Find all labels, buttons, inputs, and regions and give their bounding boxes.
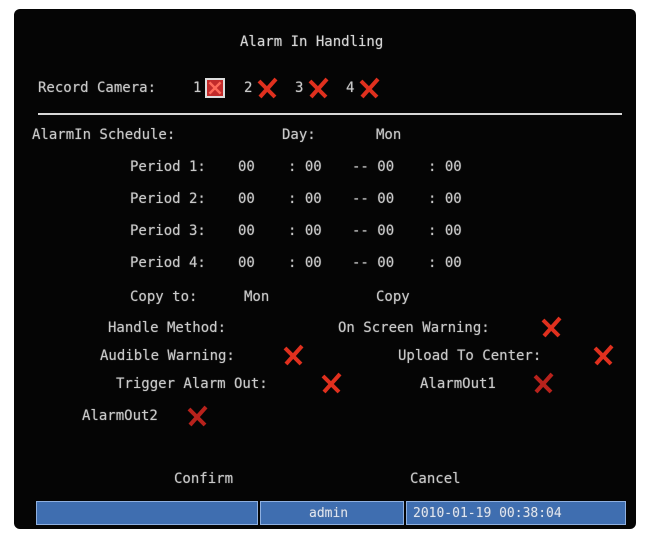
period-4-label: Period 4: (130, 255, 206, 271)
alarm-out-2-label: AlarmOut2 (82, 408, 158, 424)
cross-icon (283, 344, 304, 366)
period-2-start-minute[interactable]: : 00 (288, 190, 322, 208)
current-user: admin (309, 506, 349, 521)
day-label: Day: (282, 127, 316, 143)
period-3-label: Period 3: (130, 223, 206, 239)
period-4-start-minute[interactable]: : 00 (288, 254, 322, 272)
on-screen-warning-label: On Screen Warning: (338, 320, 490, 336)
divider (38, 113, 622, 115)
period-2-start-hour[interactable]: 00 (238, 190, 255, 208)
period-2-label: Period 2: (130, 191, 206, 207)
cross-icon (533, 372, 554, 394)
copy-to-label: Copy to: (130, 289, 198, 305)
cancel-button[interactable]: Cancel (410, 470, 461, 488)
period-3-end-hour[interactable]: -- 00 (352, 222, 394, 240)
trigger-alarm-out-label: Trigger Alarm Out: (116, 376, 268, 392)
period-3-start-hour[interactable]: 00 (238, 222, 255, 240)
period-3-end-minute[interactable]: : 00 (428, 222, 462, 240)
period-1-end-hour[interactable]: -- 00 (352, 158, 394, 176)
cross-icon (541, 316, 562, 338)
period-2-end-minute[interactable]: : 00 (428, 190, 462, 208)
period-4-end-minute[interactable]: : 00 (428, 254, 462, 272)
period-4-start-hour[interactable]: 00 (238, 254, 255, 272)
upload-to-center-label: Upload To Center: (398, 348, 542, 364)
cross-icon (208, 81, 222, 95)
cross-icon (187, 405, 208, 427)
day-select[interactable]: Mon (376, 126, 401, 144)
schedule-label: AlarmIn Schedule: (32, 127, 176, 143)
dvr-screen: Alarm In Handling Record Camera: 1 2 3 4… (14, 9, 636, 529)
record-camera-label: Record Camera: (38, 80, 157, 96)
handle-method-label: Handle Method: (108, 320, 227, 336)
status-bar-left (36, 501, 258, 525)
cross-icon (321, 372, 342, 394)
alarm-out-1-label: AlarmOut1 (420, 376, 496, 392)
datetime: 2010-01-19 00:38:04 (413, 506, 562, 521)
cross-icon (593, 344, 614, 366)
camera-4-number: 4 (346, 80, 355, 96)
camera-1-number: 1 (193, 80, 202, 96)
camera-3-checkbox[interactable] (307, 77, 329, 99)
upload-to-center-checkbox[interactable] (592, 344, 614, 366)
status-bar-user: admin (260, 501, 404, 525)
alarm-out-2-checkbox[interactable] (186, 405, 208, 427)
camera-2-number: 2 (244, 80, 253, 96)
on-screen-warning-checkbox[interactable] (540, 316, 562, 338)
period-3-start-minute[interactable]: : 00 (288, 222, 322, 240)
period-1-end-minute[interactable]: : 00 (428, 158, 462, 176)
trigger-alarm-out-checkbox[interactable] (320, 372, 342, 394)
period-1-label: Period 1: (130, 159, 206, 175)
status-bar-datetime: 2010-01-19 00:38:04 (406, 501, 626, 525)
camera-2-checkbox[interactable] (256, 77, 278, 99)
camera-1-checkbox[interactable] (205, 78, 225, 98)
period-4-end-hour[interactable]: -- 00 (352, 254, 394, 272)
cross-icon (308, 77, 329, 99)
copy-to-select[interactable]: Mon (244, 288, 269, 306)
cross-icon (359, 77, 380, 99)
camera-4-checkbox[interactable] (358, 77, 380, 99)
audible-warning-checkbox[interactable] (282, 344, 304, 366)
period-2-end-hour[interactable]: -- 00 (352, 190, 394, 208)
cross-icon (257, 77, 278, 99)
camera-3-number: 3 (295, 80, 304, 96)
copy-button[interactable]: Copy (376, 288, 410, 306)
period-1-start-hour[interactable]: 00 (238, 158, 255, 176)
confirm-button[interactable]: Confirm (174, 470, 233, 488)
page-title: Alarm In Handling (240, 34, 384, 50)
period-1-start-minute[interactable]: : 00 (288, 158, 322, 176)
alarm-out-1-checkbox[interactable] (532, 372, 554, 394)
audible-warning-label: Audible Warning: (100, 348, 235, 364)
